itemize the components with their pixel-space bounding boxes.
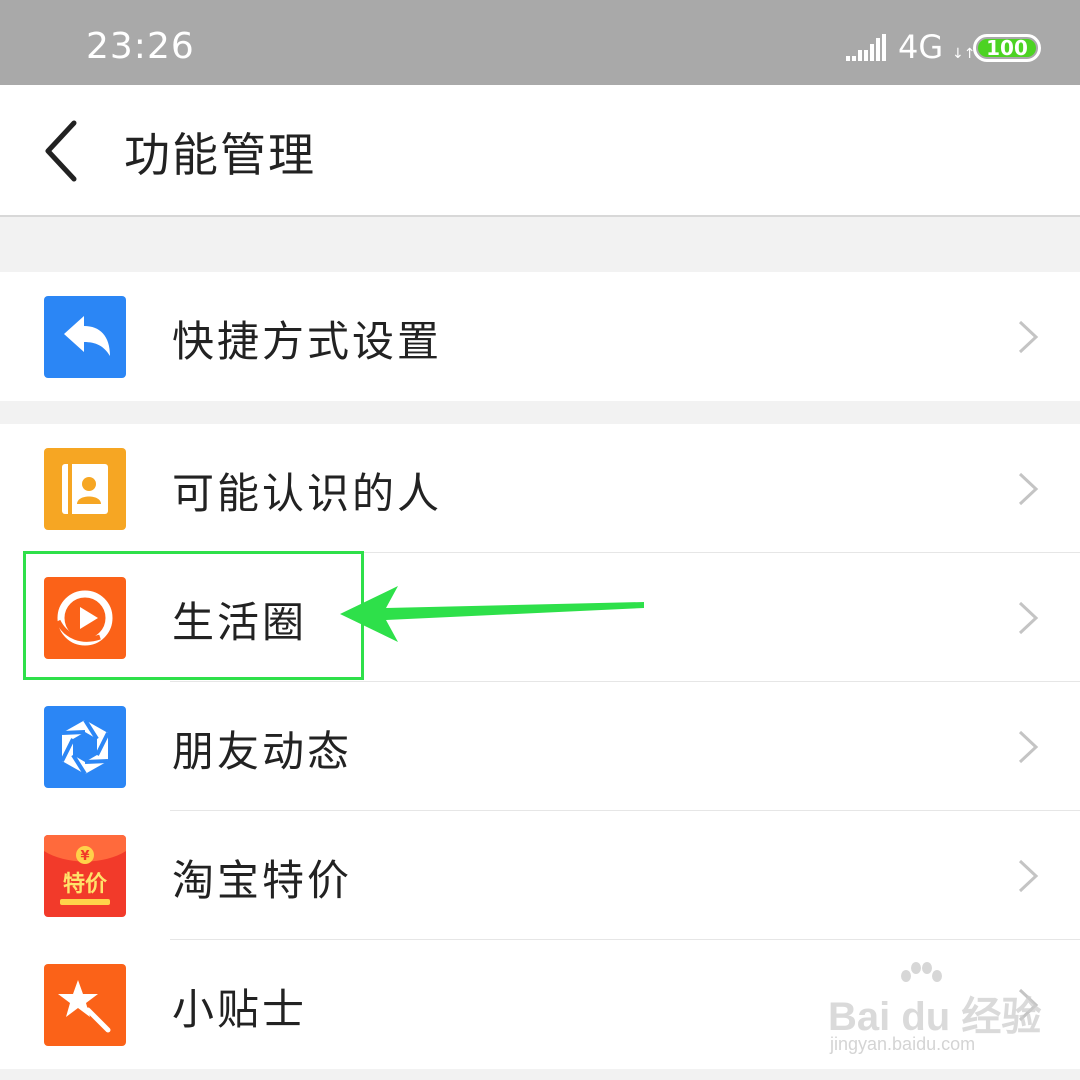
list-item-label: 小贴士 <box>172 985 308 1034</box>
status-time: 23:26 <box>86 26 195 67</box>
list-item-label: 淘宝特价 <box>172 856 353 905</box>
page-title: 功能管理 <box>124 128 316 182</box>
red-packet-icon: ¥ 特价 <box>44 835 126 917</box>
reply-arrow-icon <box>44 296 126 378</box>
chevron-right-icon <box>1018 988 1039 1022</box>
status-bar: 23:26 4G ↓↑ 100 <box>0 0 1080 85</box>
list-item-label: 生活圈 <box>172 598 308 647</box>
network-type: 4G <box>898 28 944 66</box>
list-item-life-circle[interactable]: 生活圈 <box>0 553 1080 682</box>
battery-percent: 100 <box>986 36 1028 60</box>
aperture-icon <box>44 706 126 788</box>
red-packet-text: 特价 <box>63 871 108 897</box>
list-item-friend-feed[interactable]: 朋友动态 <box>0 682 1080 811</box>
signal-strength-icon <box>846 34 886 61</box>
back-button[interactable] <box>30 115 90 185</box>
list-item-taobao-deals[interactable]: ¥ 特价 淘宝特价 <box>0 811 1080 940</box>
list-item-tips[interactable]: 小贴士 <box>0 940 1080 1069</box>
list-item-people-you-may-know[interactable]: 可能认识的人 <box>0 424 1080 553</box>
chevron-right-icon <box>1018 730 1039 764</box>
star-wand-icon <box>44 964 126 1046</box>
network-activity-icon: ↓↑ <box>952 46 976 62</box>
chevron-right-icon <box>1018 320 1039 354</box>
app-header: 功能管理 <box>0 85 1080 217</box>
list-item-shortcut-settings[interactable]: 快捷方式设置 <box>0 272 1080 401</box>
chevron-right-icon <box>1018 472 1039 506</box>
list-item-label: 可能认识的人 <box>172 469 443 518</box>
play-circle-icon <box>44 577 126 659</box>
chevron-right-icon <box>1018 601 1039 635</box>
contact-book-icon <box>44 448 126 530</box>
chevron-left-icon <box>45 120 77 182</box>
chevron-right-icon <box>1018 859 1039 893</box>
list-item-label: 快捷方式设置 <box>172 317 443 366</box>
list-item-label: 朋友动态 <box>172 727 353 776</box>
battery-icon: 100 <box>973 34 1041 62</box>
red-packet-symbol: ¥ <box>80 849 89 864</box>
